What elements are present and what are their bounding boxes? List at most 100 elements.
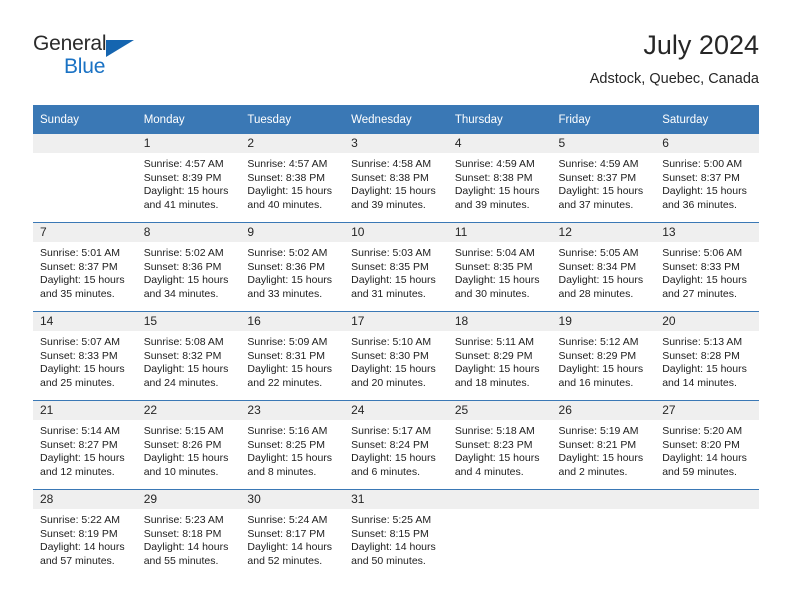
calendar-day-cell[interactable]: 24 Sunrise: 5:17 AM Sunset: 8:24 PM Dayligh… (344, 400, 448, 490)
calendar-day-cell[interactable]: 7 Sunrise: 5:01 AM Sunset: 8:37 PM Daylight… (33, 222, 137, 312)
calendar-day[interactable]: 12 Sunrise: 5:05 AM Sunset: 8:34 PM Dayligh… (551, 223, 656, 311)
weekday-header-thursday: Thursday (447, 105, 552, 134)
calendar-day-cell[interactable]: 9 Sunrise: 5:02 AM Sunset: 8:36 PM Daylight… (240, 222, 345, 312)
weekday-header-tuesday: Tuesday (240, 105, 345, 134)
day-sun-info: Sunrise: 5:03 AM Sunset: 8:35 PM Daylight:… (344, 242, 448, 301)
sun-info-daylight2: and 14 minutes. (662, 376, 737, 389)
calendar-day-cell[interactable]: 15 Sunrise: 5:08 AM Sunset: 8:32 PM Dayligh… (136, 311, 241, 401)
calendar-day[interactable]: 4 Sunrise: 4:59 AM Sunset: 8:38 PM Daylight… (447, 134, 552, 222)
calendar-day[interactable]: 3 Sunrise: 4:58 AM Sunset: 8:38 PM Daylight… (344, 134, 448, 222)
calendar-day[interactable]: 16 Sunrise: 5:09 AM Sunset: 8:31 PM Dayligh… (240, 312, 345, 400)
calendar-day-cell[interactable]: 25 Sunrise: 5:18 AM Sunset: 8:23 PM Dayligh… (447, 400, 552, 490)
calendar-day-cell[interactable]: 21 Sunrise: 5:14 AM Sunset: 8:27 PM Dayligh… (33, 400, 137, 490)
day-sun-info: Sunrise: 5:23 AM Sunset: 8:18 PM Daylight:… (137, 509, 241, 568)
calendar-day-cell[interactable]: 2 Sunrise: 4:57 AM Sunset: 8:38 PM Daylight… (240, 134, 345, 223)
sun-info-daylight2: and 18 minutes. (454, 376, 530, 389)
calendar-day[interactable]: 22 Sunrise: 5:15 AM Sunset: 8:26 PM Dayligh… (136, 401, 241, 489)
calendar-day[interactable]: 8 Sunrise: 5:02 AM Sunset: 8:36 PM Daylight… (136, 223, 241, 311)
calendar-day-cell[interactable]: 29 Sunrise: 5:23 AM Sunset: 8:18 PM Dayligh… (136, 489, 241, 578)
calendar-day[interactable]: 19 Sunrise: 5:12 AM Sunset: 8:29 PM Dayligh… (551, 312, 656, 400)
sun-info-sunrise: Sunrise: 4:57 AM (143, 158, 224, 170)
sun-info-sunset: Sunset: 8:25 PM (247, 438, 326, 451)
calendar-day-cell[interactable]: 17 Sunrise: 5:10 AM Sunset: 8:30 PM Dayligh… (344, 311, 448, 401)
calendar-day-cell[interactable]: 5 Sunrise: 4:59 AM Sunset: 8:37 PM Daylight… (551, 134, 656, 223)
calendar-day[interactable]: 24 Sunrise: 5:17 AM Sunset: 8:24 PM Dayligh… (344, 401, 448, 489)
logo-text-blue: Blue (64, 55, 106, 78)
calendar-day[interactable]: 2 Sunrise: 4:57 AM Sunset: 8:38 PM Daylight… (240, 134, 345, 222)
day-number: 19 (551, 312, 656, 331)
calendar-day[interactable]: 13 Sunrise: 5:06 AM Sunset: 8:33 PM Dayligh… (655, 223, 759, 311)
calendar-day[interactable]: 14 Sunrise: 5:07 AM Sunset: 8:33 PM Dayligh… (33, 312, 137, 400)
calendar-day-cell[interactable]: 10 Sunrise: 5:03 AM Sunset: 8:35 PM Dayligh… (344, 222, 448, 312)
calendar-day-cell[interactable]: 30 Sunrise: 5:24 AM Sunset: 8:17 PM Dayligh… (240, 489, 345, 578)
calendar-day-cell[interactable]: 1 Sunrise: 4:57 AM Sunset: 8:39 PM Daylight… (136, 134, 241, 223)
calendar-week-row: 28 Sunrise: 5:22 AM Sunset: 8:19 PM Dayligh… (33, 489, 759, 578)
general-blue-logo[interactable]: General Blue (33, 32, 153, 84)
calendar-day[interactable]: 31 Sunrise: 5:25 AM Sunset: 8:15 PM Dayligh… (344, 490, 448, 578)
calendar-day-cell[interactable]: 8 Sunrise: 5:02 AM Sunset: 8:36 PM Daylight… (136, 222, 241, 312)
day-sun-info: Sunrise: 5:18 AM Sunset: 8:23 PM Daylight:… (448, 420, 552, 479)
day-number: 30 (240, 490, 345, 509)
calendar-day-cell[interactable]: 22 Sunrise: 5:15 AM Sunset: 8:26 PM Dayligh… (136, 400, 241, 490)
calendar-day-cell[interactable]: 18 Sunrise: 5:11 AM Sunset: 8:29 PM Dayligh… (447, 311, 552, 401)
calendar-day-cell[interactable] (655, 489, 759, 578)
calendar-day-cell[interactable]: 27 Sunrise: 5:20 AM Sunset: 8:20 PM Dayligh… (655, 400, 759, 490)
calendar-day-cell[interactable]: 16 Sunrise: 5:09 AM Sunset: 8:31 PM Dayligh… (240, 311, 345, 401)
sun-info-daylight2: and 22 minutes. (247, 376, 323, 389)
calendar-day[interactable]: 23 Sunrise: 5:16 AM Sunset: 8:25 PM Dayligh… (240, 401, 345, 489)
calendar-day[interactable]: 5 Sunrise: 4:59 AM Sunset: 8:37 PM Daylight… (551, 134, 656, 222)
day-number: 15 (136, 312, 241, 331)
calendar-day-cell[interactable]: 20 Sunrise: 5:13 AM Sunset: 8:28 PM Dayligh… (655, 311, 759, 401)
calendar-day-cell[interactable]: 11 Sunrise: 5:04 AM Sunset: 8:35 PM Dayligh… (447, 222, 552, 312)
day-number: 8 (136, 223, 241, 242)
calendar-day-cell[interactable]: 26 Sunrise: 5:19 AM Sunset: 8:21 PM Dayligh… (551, 400, 656, 490)
sun-info-sunrise: Sunrise: 5:14 AM (40, 425, 120, 437)
calendar-day[interactable]: 21 Sunrise: 5:14 AM Sunset: 8:27 PM Dayligh… (33, 401, 137, 489)
calendar-day[interactable]: 7 Sunrise: 5:01 AM Sunset: 8:37 PM Daylight… (33, 223, 137, 311)
sun-info-daylight1: Daylight: 14 hours (247, 541, 333, 554)
sun-info-sunset: Sunset: 8:39 PM (143, 171, 222, 184)
calendar-day[interactable]: 18 Sunrise: 5:11 AM Sunset: 8:29 PM Dayligh… (447, 312, 552, 400)
day-sun-info: Sunrise: 5:20 AM Sunset: 8:20 PM Daylight:… (655, 420, 759, 479)
day-number (33, 134, 137, 153)
sun-info-daylight1: Daylight: 15 hours (558, 185, 644, 198)
calendar-day-cell[interactable]: 31 Sunrise: 5:25 AM Sunset: 8:15 PM Dayligh… (344, 489, 448, 578)
day-sun-info: Sunrise: 5:13 AM Sunset: 8:28 PM Daylight:… (655, 331, 759, 390)
calendar-day-cell[interactable] (33, 134, 137, 223)
calendar-day[interactable]: 11 Sunrise: 5:04 AM Sunset: 8:35 PM Dayligh… (447, 223, 552, 311)
weekday-header-sunday: Sunday (33, 105, 137, 134)
calendar-day-cell[interactable]: 28 Sunrise: 5:22 AM Sunset: 8:19 PM Dayligh… (33, 489, 137, 578)
calendar-day[interactable]: 28 Sunrise: 5:22 AM Sunset: 8:19 PM Dayligh… (33, 490, 137, 578)
sun-info-daylight2: and 34 minutes. (143, 287, 219, 300)
calendar-day[interactable]: 1 Sunrise: 4:57 AM Sunset: 8:39 PM Daylight… (136, 134, 241, 222)
calendar-day-cell[interactable]: 3 Sunrise: 4:58 AM Sunset: 8:38 PM Daylight… (344, 134, 448, 223)
sun-info-daylight1: Daylight: 15 hours (454, 452, 540, 465)
calendar-day-cell[interactable]: 4 Sunrise: 4:59 AM Sunset: 8:38 PM Daylight… (447, 134, 552, 223)
calendar-day-cell[interactable]: 12 Sunrise: 5:05 AM Sunset: 8:34 PM Dayligh… (551, 222, 656, 312)
calendar-day[interactable]: 17 Sunrise: 5:10 AM Sunset: 8:30 PM Dayligh… (344, 312, 448, 400)
calendar-day[interactable]: 15 Sunrise: 5:08 AM Sunset: 8:32 PM Dayligh… (136, 312, 241, 400)
calendar-day[interactable]: 6 Sunrise: 5:00 AM Sunset: 8:37 PM Daylight… (655, 134, 759, 222)
calendar-day[interactable]: 20 Sunrise: 5:13 AM Sunset: 8:28 PM Dayligh… (655, 312, 759, 400)
calendar-day-cell[interactable]: 6 Sunrise: 5:00 AM Sunset: 8:37 PM Daylight… (655, 134, 759, 223)
page-header: General Blue July 2024 Adstock, Quebec, … (33, 30, 759, 98)
day-number (655, 490, 759, 509)
calendar-day[interactable]: 30 Sunrise: 5:24 AM Sunset: 8:17 PM Dayligh… (240, 490, 345, 578)
calendar-day[interactable]: 10 Sunrise: 5:03 AM Sunset: 8:35 PM Dayligh… (344, 223, 448, 311)
calendar-day-cell[interactable]: 13 Sunrise: 5:06 AM Sunset: 8:33 PM Dayligh… (655, 222, 759, 312)
sun-info-sunset: Sunset: 8:33 PM (662, 260, 740, 273)
sun-info-daylight1: Daylight: 15 hours (143, 452, 229, 465)
sun-info-daylight1: Daylight: 15 hours (558, 363, 644, 376)
calendar-day-cell[interactable] (447, 489, 552, 578)
calendar-day-cell[interactable]: 19 Sunrise: 5:12 AM Sunset: 8:29 PM Dayligh… (551, 311, 656, 401)
calendar-day[interactable]: 29 Sunrise: 5:23 AM Sunset: 8:18 PM Dayligh… (136, 490, 241, 578)
calendar-day-cell[interactable] (551, 489, 656, 578)
calendar-day[interactable]: 25 Sunrise: 5:18 AM Sunset: 8:23 PM Dayligh… (447, 401, 552, 489)
sun-info-daylight1: Daylight: 15 hours (143, 185, 229, 198)
calendar-day-cell[interactable]: 14 Sunrise: 5:07 AM Sunset: 8:33 PM Dayligh… (33, 311, 137, 401)
calendar-day[interactable]: 26 Sunrise: 5:19 AM Sunset: 8:21 PM Dayligh… (551, 401, 656, 489)
calendar-table: Sunday Monday Tuesday Wednesday Thursday… (33, 105, 759, 578)
calendar-day[interactable]: 27 Sunrise: 5:20 AM Sunset: 8:20 PM Dayligh… (655, 401, 759, 489)
calendar-day[interactable]: 9 Sunrise: 5:02 AM Sunset: 8:36 PM Daylight… (240, 223, 345, 311)
calendar-day-cell[interactable]: 23 Sunrise: 5:16 AM Sunset: 8:25 PM Dayligh… (240, 400, 345, 490)
